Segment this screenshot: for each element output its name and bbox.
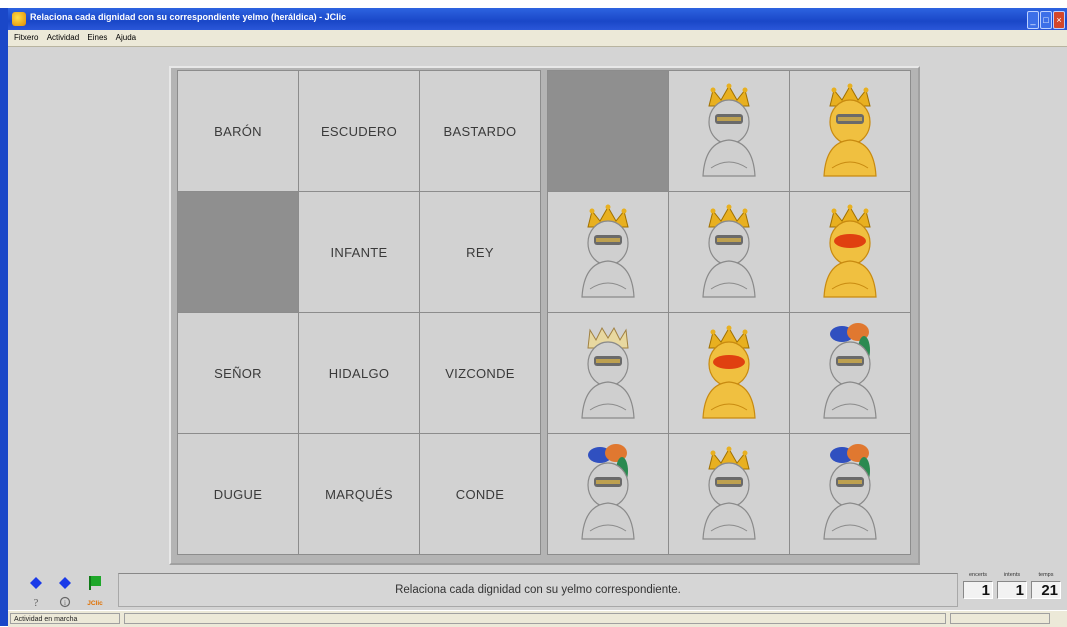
help-icon[interactable]: ?: [34, 597, 39, 609]
empty-cell[interactable]: [178, 192, 298, 312]
helmet-cell[interactable]: [669, 192, 789, 312]
menu-file[interactable]: Fitxero: [14, 30, 38, 46]
navigation-controls: ? i JClic: [30, 576, 103, 609]
score-counters: encerts 1 intents 1 temps 21: [960, 570, 1064, 610]
counter-attempts-value: 1: [997, 581, 1027, 599]
next-activity-icon[interactable]: [59, 577, 71, 589]
counter-hits-value: 1: [963, 581, 993, 599]
app-window: Relaciona cada dignidad con su correspon…: [8, 8, 1067, 627]
counter-time: temps 21: [1030, 570, 1062, 610]
helmet-cell[interactable]: [548, 313, 668, 433]
close-button[interactable]: ×: [1053, 11, 1065, 29]
helmet-cell[interactable]: [548, 192, 668, 312]
helmet-icon: [564, 318, 652, 429]
helmet-icon: [806, 76, 894, 187]
status-bar: Actividad en marcha: [8, 610, 1067, 627]
counter-time-value: 21: [1031, 581, 1061, 599]
helmet-cell[interactable]: [548, 434, 668, 554]
window-border-left: [0, 8, 8, 626]
activity-message: Relaciona cada dignidad con su yelmo cor…: [118, 573, 958, 607]
helmet-cell[interactable]: [790, 71, 910, 191]
helmet-cell[interactable]: [669, 434, 789, 554]
dignity-cell[interactable]: CONDE: [420, 434, 540, 554]
dignity-cell[interactable]: REY: [420, 192, 540, 312]
empty-cell[interactable]: [548, 71, 668, 191]
menu-tools[interactable]: Eines: [87, 30, 107, 46]
menu-help[interactable]: Ajuda: [116, 30, 136, 46]
dignity-grid: BARÓN ESCUDERO BASTARDO INFANTE REY SEÑOR HIDA…: [177, 70, 541, 555]
helmet-cell[interactable]: [790, 434, 910, 554]
activity-board: BARÓN ESCUDERO BASTARDO INFANTE REY SEÑOR HIDA…: [169, 66, 920, 565]
dignity-cell[interactable]: VIZCONDE: [420, 313, 540, 433]
status-extra: [950, 613, 1050, 624]
helmet-icon: [564, 439, 652, 550]
info-icon[interactable]: i: [59, 596, 71, 608]
helmet-icon: [685, 76, 773, 187]
helmet-cell[interactable]: [669, 71, 789, 191]
jclic-app-icon: [12, 12, 26, 26]
helmet-icon: [685, 439, 773, 550]
helmet-cell[interactable]: [790, 313, 910, 433]
helmet-icon: [685, 197, 773, 308]
counter-attempts-label: intents: [1003, 572, 1021, 578]
dignity-cell[interactable]: MARQUÉS: [299, 434, 419, 554]
helmet-icon: [806, 318, 894, 429]
helmet-cell[interactable]: [669, 313, 789, 433]
dignity-cell[interactable]: DUGUE: [178, 434, 298, 554]
helmet-icon: [806, 439, 894, 550]
dignity-cell[interactable]: BASTARDO: [420, 71, 540, 191]
helmet-grid: [547, 70, 911, 555]
reset-flag-icon[interactable]: [89, 576, 101, 590]
status-progress: [124, 613, 946, 624]
window-title: Relaciona cada dignidad con su correspon…: [30, 12, 347, 22]
menu-bar: Fitxero Actividad Eines Ajuda: [8, 30, 1067, 47]
title-bar[interactable]: Relaciona cada dignidad con su correspon…: [8, 8, 1067, 30]
helmet-icon: [564, 197, 652, 308]
maximize-button[interactable]: □: [1040, 11, 1052, 29]
helmet-cell[interactable]: [790, 192, 910, 312]
helmet-icon: [806, 197, 894, 308]
dignity-cell[interactable]: BARÓN: [178, 71, 298, 191]
helmet-icon: [685, 318, 773, 429]
prev-activity-icon[interactable]: [30, 577, 42, 589]
counter-attempts: intents 1: [996, 570, 1028, 610]
jclic-logo[interactable]: JClic: [87, 600, 103, 607]
dignity-cell[interactable]: INFANTE: [299, 192, 419, 312]
menu-activity[interactable]: Actividad: [47, 30, 79, 46]
minimize-button[interactable]: _: [1027, 11, 1039, 29]
dignity-cell[interactable]: HIDALGO: [299, 313, 419, 433]
counter-hits: encerts 1: [962, 570, 994, 610]
dignity-cell[interactable]: SEÑOR: [178, 313, 298, 433]
counter-hits-label: encerts: [968, 572, 988, 578]
status-text: Actividad en marcha: [10, 613, 120, 624]
dignity-cell[interactable]: ESCUDERO: [299, 71, 419, 191]
svg-text:i: i: [64, 599, 66, 607]
window-buttons: _ □ ×: [1027, 11, 1065, 29]
counter-time-label: temps: [1038, 572, 1054, 578]
